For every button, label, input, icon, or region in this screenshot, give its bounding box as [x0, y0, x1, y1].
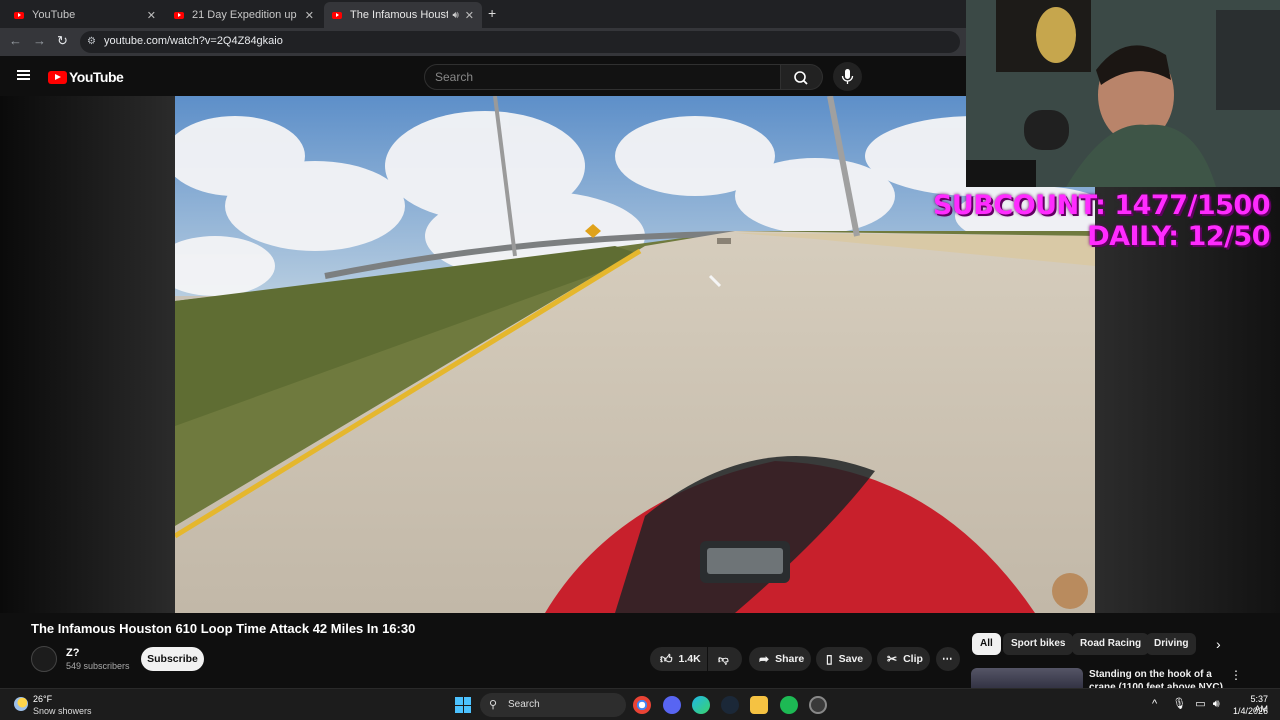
clip-button[interactable]: ✂ Clip: [877, 647, 930, 671]
share-label: Share: [775, 653, 805, 665]
daily-overlay: DAILY: 12/50: [1087, 221, 1270, 252]
like-button[interactable]: 👍︎ 1.4K: [650, 647, 707, 671]
search-icon: ⚲: [489, 699, 498, 711]
left-ambient-gradient: [0, 96, 175, 613]
youtube-play-logo-icon: [48, 70, 67, 84]
speaker-icon[interactable]: 🔊︎: [452, 10, 458, 21]
tab-title: YouTube: [32, 9, 76, 21]
bookmark-icon: ▯: [826, 652, 833, 666]
like-count: 1.4K: [678, 653, 701, 665]
more-actions-button[interactable]: ⋯: [936, 647, 960, 671]
youtube-logo[interactable]: YouTube: [48, 69, 124, 85]
windows-start-icon[interactable]: [455, 697, 471, 713]
system-tray[interactable]: ^ 🎙︎ ▭ 🔊︎: [1152, 697, 1220, 711]
subcount-overlay: SUBCOUNT: 1477/1500: [932, 190, 1271, 221]
search-button[interactable]: [781, 64, 823, 90]
chip-driving[interactable]: Driving: [1146, 633, 1197, 655]
search-input[interactable]: Search: [424, 64, 781, 90]
youtube-favicon-icon: [174, 11, 184, 19]
site-info-icon[interactable]: ⚙: [87, 36, 96, 47]
taskbar-search-box[interactable]: ⚲ Search: [480, 693, 626, 717]
url-text: youtube.com/watch?v=2Q4Z84gkaio: [104, 35, 283, 47]
microphone-icon: [841, 69, 854, 84]
chip-all[interactable]: All: [972, 633, 1001, 655]
chip-road-racing[interactable]: Road Racing: [1072, 633, 1150, 655]
spotify-icon[interactable]: [780, 696, 798, 714]
recommended-title[interactable]: Standing on the hook of a crane (1100 fe…: [1089, 668, 1229, 690]
youtube-favicon-icon: [14, 11, 24, 19]
browser-tab-expedition[interactable]: 21 Day Expedition up the Dead ✕: [166, 2, 322, 28]
save-button[interactable]: ▯ Save: [816, 647, 872, 671]
subscriber-count: 549 subscribers: [66, 661, 130, 671]
voice-search-button[interactable]: [833, 62, 862, 91]
close-icon[interactable]: ✕: [465, 9, 474, 22]
reload-icon[interactable]: ↻: [57, 33, 68, 49]
discord-icon[interactable]: [663, 696, 681, 714]
microphone-icon[interactable]: 🎙︎: [1172, 698, 1186, 710]
plus-icon[interactable]: +: [488, 5, 496, 21]
more-horizontal-icon: ⋯: [942, 653, 953, 665]
browser-tab-youtube[interactable]: YouTube ✕: [6, 2, 164, 28]
forward-arrow-icon[interactable]: →: [33, 33, 46, 48]
chip-sport-bikes[interactable]: Sport bikes: [1003, 633, 1074, 655]
clip-label: Clip: [903, 653, 923, 665]
save-label: Save: [838, 653, 864, 665]
tab-title: 21 Day Expedition up the Dead: [192, 9, 299, 21]
windows-taskbar: 26°F Snow showers ⚲ Search ^ 🎙︎ ▭ 🔊︎ 5:3…: [0, 688, 1280, 720]
chevron-right-icon[interactable]: ›: [1216, 636, 1221, 652]
video-frame: [175, 96, 1095, 613]
thumbs-up-icon: 👍︎: [660, 651, 673, 666]
dislike-button[interactable]: 👎︎: [708, 647, 742, 671]
youtube-logo-text: YouTube: [69, 69, 124, 85]
browser-tab-houston[interactable]: The Infamous Houston 610 🔊︎ ✕: [324, 2, 482, 28]
browser-tab-strip: YouTube ✕ 21 Day Expedition up the Dead …: [0, 0, 966, 28]
chrome-icon[interactable]: [633, 696, 651, 714]
subscribe-button[interactable]: Subscribe: [141, 647, 204, 671]
address-bar: ← → ↻ ⚙ youtube.com/watch?v=2Q4Z84gkaio: [0, 28, 966, 56]
recommended-thumbnail[interactable]: [971, 668, 1083, 688]
network-icon[interactable]: ▭: [1195, 698, 1205, 710]
channel-avatar[interactable]: [31, 646, 57, 672]
volume-icon[interactable]: 🔊︎: [1213, 698, 1220, 710]
video-title: The Infamous Houston 610 Loop Time Attac…: [31, 621, 416, 636]
clock-date[interactable]: 1/4/2026: [1228, 706, 1268, 716]
video-player[interactable]: [175, 96, 1095, 613]
scissors-icon: ✂: [887, 652, 898, 666]
steam-icon[interactable]: [721, 696, 739, 714]
search-icon: [794, 71, 808, 85]
weather-icon[interactable]: [14, 697, 28, 711]
temperature: 26°F: [33, 694, 53, 704]
taskbar-search-label: Search: [508, 699, 540, 710]
more-vertical-icon[interactable]: ⋮: [1230, 668, 1242, 682]
edge-icon[interactable]: [692, 696, 710, 714]
close-icon[interactable]: ✕: [147, 9, 156, 22]
back-arrow-icon[interactable]: ←: [9, 33, 22, 48]
app-icon[interactable]: [809, 696, 827, 714]
chevron-up-icon[interactable]: ^: [1152, 698, 1157, 710]
channel-name[interactable]: Z?: [66, 647, 79, 659]
url-input[interactable]: ⚙ youtube.com/watch?v=2Q4Z84gkaio: [80, 31, 960, 53]
close-icon[interactable]: ✕: [305, 9, 314, 22]
youtube-header: YouTube Search: [0, 58, 966, 96]
file-explorer-icon[interactable]: [750, 696, 768, 714]
streamer-webcam-image: [966, 0, 1280, 187]
thumbs-down-icon: 👎︎: [718, 653, 729, 666]
youtube-favicon-icon: [332, 11, 342, 19]
tab-title: The Infamous Houston 610: [350, 9, 449, 21]
webcam-overlay: [966, 0, 1280, 187]
share-icon: ➦: [759, 652, 770, 666]
share-button[interactable]: ➦ Share: [749, 647, 811, 671]
weather-description: Snow showers: [33, 706, 92, 716]
hamburger-menu-icon[interactable]: [17, 70, 30, 80]
